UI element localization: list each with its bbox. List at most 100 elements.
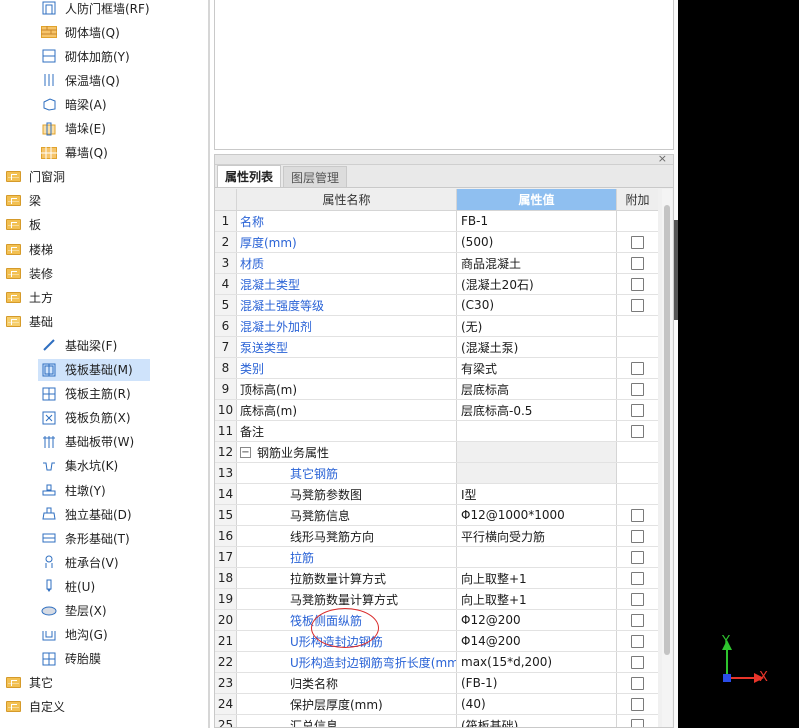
property-value[interactable]: (40)	[457, 694, 617, 714]
property-value[interactable]: (混凝土泵)	[457, 337, 617, 357]
tree-item[interactable]: 墙垛(E)	[40, 118, 106, 140]
attach-checkbox[interactable]	[631, 382, 644, 396]
attach-checkbox[interactable]	[631, 550, 644, 564]
tree-item[interactable]: 楼梯	[4, 238, 53, 260]
property-value[interactable]: 向上取整+1	[457, 568, 617, 588]
property-value[interactable]: Ⅰ型	[457, 484, 617, 504]
table-row[interactable]: 8 类别 有梁式	[215, 358, 658, 379]
tree-item[interactable]: 板	[4, 214, 41, 236]
close-icon[interactable]: ×	[658, 155, 667, 165]
tab-layer-management[interactable]: 图层管理	[283, 166, 348, 187]
property-value[interactable]: Φ12@200	[457, 610, 617, 630]
table-row[interactable]: 23 归类名称 (FB-1)	[215, 673, 658, 694]
collapse-icon[interactable]: −	[240, 446, 251, 458]
table-row[interactable]: 21 U形构造封边钢筋 Φ14@200	[215, 631, 658, 652]
table-row[interactable]: 16 线形马凳筋方向 平行横向受力筋	[215, 526, 658, 547]
attach-checkbox[interactable]	[631, 298, 644, 312]
drawing-viewport[interactable]: Y X	[678, 0, 799, 728]
property-value[interactable]: 平行横向受力筋	[457, 526, 617, 546]
tree-item[interactable]: 基础	[4, 310, 53, 332]
attach-checkbox[interactable]	[631, 655, 644, 669]
property-value[interactable]	[457, 463, 617, 483]
table-row[interactable]: 4 混凝土类型 (混凝土20石)	[215, 274, 658, 295]
property-value[interactable]	[457, 442, 617, 462]
tree-item[interactable]: 幕墙(Q)	[40, 142, 108, 164]
attach-checkbox[interactable]	[631, 718, 644, 727]
property-value[interactable]: 层底标高	[457, 379, 617, 399]
tree-item[interactable]: 门窗洞	[4, 166, 65, 188]
table-row[interactable]: 24 保护层厚度(mm) (40)	[215, 694, 658, 715]
tree-item[interactable]: 砌体加筋(Y)	[40, 45, 130, 67]
tree-item[interactable]: 暗梁(A)	[40, 93, 107, 115]
tree-item[interactable]: 土方	[4, 286, 53, 308]
table-row[interactable]: 17 拉筋	[215, 547, 658, 568]
property-value[interactable]: (C30)	[457, 295, 617, 315]
tree-item[interactable]: 筏板主筋(R)	[40, 383, 131, 405]
table-row[interactable]: 9 顶标高(m) 层底标高	[215, 379, 658, 400]
property-value[interactable]	[457, 547, 617, 567]
attach-checkbox[interactable]	[631, 529, 644, 543]
tree-item[interactable]: 砌体墙(Q)	[40, 21, 120, 43]
header-property-name[interactable]: 属性名称	[237, 189, 457, 210]
property-value[interactable]: max(15*d,200)	[457, 652, 617, 672]
table-row[interactable]: 5 混凝土强度等级 (C30)	[215, 295, 658, 316]
tree-item[interactable]: 条形基础(T)	[40, 527, 130, 549]
attach-checkbox[interactable]	[631, 403, 644, 417]
attach-checkbox[interactable]	[631, 256, 644, 270]
attach-checkbox[interactable]	[631, 697, 644, 711]
attach-checkbox[interactable]	[631, 508, 644, 522]
property-value[interactable]: (筏板基础)	[457, 715, 617, 727]
table-row[interactable]: 6 混凝土外加剂 (无)	[215, 316, 658, 337]
attach-checkbox[interactable]	[631, 613, 644, 627]
tree-item[interactable]: 集水坑(K)	[40, 455, 118, 477]
tree-item[interactable]: 装修	[4, 262, 53, 284]
table-row[interactable]: 13 其它钢筋	[215, 463, 658, 484]
attach-checkbox[interactable]	[631, 571, 644, 585]
vertical-scrollbar[interactable]	[662, 189, 672, 727]
table-row[interactable]: 10 底标高(m) 层底标高-0.5	[215, 400, 658, 421]
property-value[interactable]: Φ14@200	[457, 631, 617, 651]
property-value[interactable]	[457, 421, 617, 441]
tree-item[interactable]: 保温墙(Q)	[40, 69, 120, 91]
property-value[interactable]: (500)	[457, 232, 617, 252]
attach-checkbox[interactable]	[631, 592, 644, 606]
table-row[interactable]: 15 马凳筋信息 Φ12@1000*1000	[215, 505, 658, 526]
table-row[interactable]: 20 筏板侧面纵筋 Φ12@200	[215, 610, 658, 631]
table-row[interactable]: 11 备注	[215, 421, 658, 442]
attach-checkbox[interactable]	[631, 634, 644, 648]
property-value[interactable]: 层底标高-0.5	[457, 400, 617, 420]
tree-item[interactable]: 自定义	[4, 696, 65, 718]
property-value[interactable]: Φ12@1000*1000	[457, 505, 617, 525]
tree-item[interactable]: 人防门框墙(RF)	[40, 0, 150, 19]
tree-item[interactable]: 筏板基础(M)	[38, 358, 150, 381]
scrollbar-thumb[interactable]	[664, 205, 670, 655]
table-row[interactable]: 7 泵送类型 (混凝土泵)	[215, 337, 658, 358]
attach-checkbox[interactable]	[631, 676, 644, 690]
property-value[interactable]: FB-1	[457, 211, 617, 231]
tree-item[interactable]: 独立基础(D)	[40, 503, 132, 525]
property-value[interactable]: 商品混凝土	[457, 253, 617, 273]
property-value[interactable]: 有梁式	[457, 358, 617, 378]
component-tree[interactable]: 人防门框墙(RF) 砌体墙(Q) 砌体加筋(Y) 保温墙(Q) 暗梁(A) 墙垛(E) 幕墙…	[0, 0, 208, 728]
attach-checkbox[interactable]	[631, 277, 644, 291]
attach-checkbox[interactable]	[631, 361, 644, 375]
table-row[interactable]: 22 U形构造封边钢筋弯折长度(mm) max(15*d,200)	[215, 652, 658, 673]
tab-property-list[interactable]: 属性列表	[217, 165, 282, 187]
table-row[interactable]: 2 厚度(mm) (500)	[215, 232, 658, 253]
attach-checkbox[interactable]	[631, 235, 644, 249]
header-attach[interactable]: 附加	[617, 189, 658, 210]
table-row[interactable]: 18 拉筋数量计算方式 向上取整+1	[215, 568, 658, 589]
attach-checkbox[interactable]	[631, 424, 644, 438]
tree-item[interactable]: 基础板带(W)	[40, 431, 134, 453]
tree-item[interactable]: 桩(U)	[40, 575, 95, 597]
table-row[interactable]: 12− 钢筋业务属性	[215, 442, 658, 463]
property-value[interactable]: (无)	[457, 316, 617, 336]
table-row[interactable]: 1 名称 FB-1	[215, 211, 658, 232]
tree-item[interactable]: 基础梁(F)	[40, 334, 117, 356]
tree-item[interactable]: 地沟(G)	[40, 624, 108, 646]
table-row[interactable]: 14 马凳筋参数图 Ⅰ型	[215, 484, 658, 505]
tree-item[interactable]: 梁	[4, 190, 41, 212]
tree-item[interactable]: 筏板负筋(X)	[40, 407, 131, 429]
tree-item[interactable]: 垫层(X)	[40, 600, 107, 622]
property-value[interactable]: 向上取整+1	[457, 589, 617, 609]
